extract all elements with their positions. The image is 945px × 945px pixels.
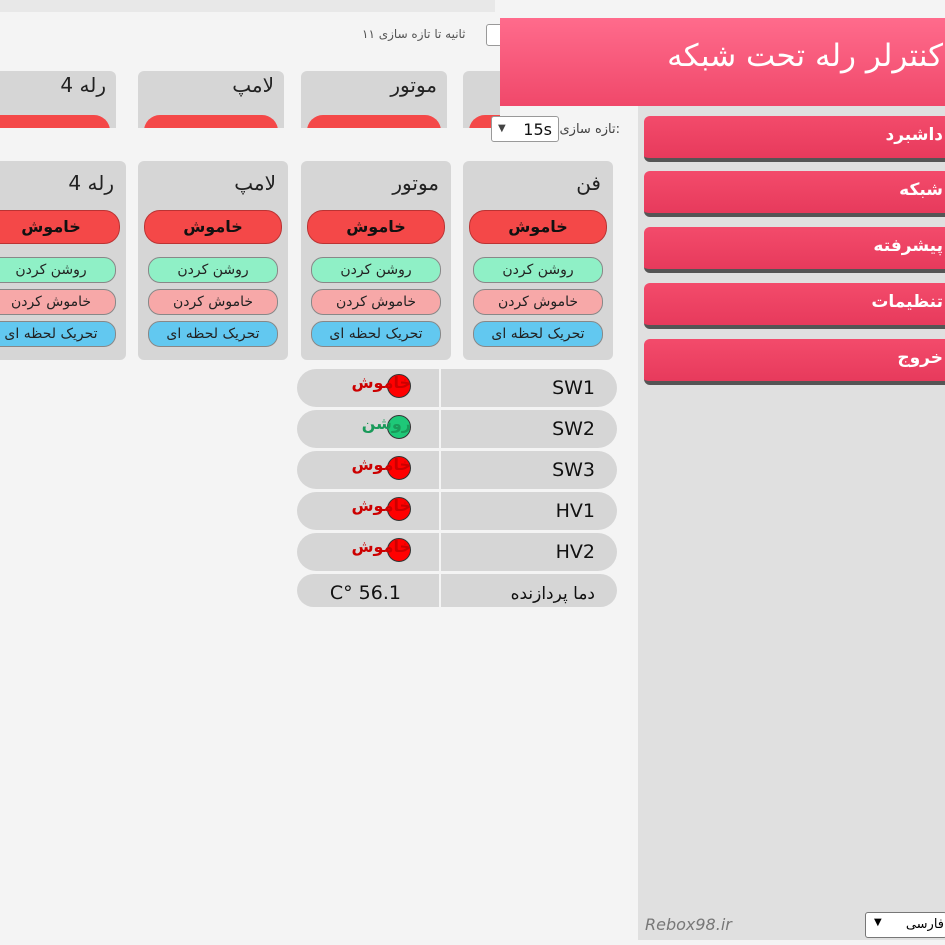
status-row-sw3: SW3 خاموش [297,451,617,489]
pulse-button[interactable]: تحریک لحظه ای [0,321,116,347]
row-divider [439,492,441,530]
turn-off-button[interactable]: خاموش کردن [0,289,116,315]
sidebar-item-label: شبکه [899,180,943,200]
temperature-value: C° 56.1 [329,582,401,604]
relay-title: موتور [392,171,439,195]
status-name: دما پردازنده [510,584,595,604]
stale-bar [0,0,495,12]
turn-on-button[interactable]: روشن کردن [473,257,603,283]
status-name: HV2 [555,541,595,563]
sidebar-item-settings[interactable]: تنظیمات [644,283,945,329]
relay-state-badge: خاموش [144,210,282,244]
stale-card-title: رله 4 [60,73,106,97]
turn-on-button[interactable]: روشن کردن [0,257,116,283]
stale-render-area: ۱۱ ثانیه تا تازه سازی رله 4 لامپ موتور [0,0,500,128]
status-value: خاموش [351,373,411,392]
turn-off-button[interactable]: خاموش کردن [311,289,441,315]
status-name: SW2 [552,418,595,440]
status-row-hv1: HV1 خاموش [297,492,617,530]
pulse-button[interactable]: تحریک لحظه ای [148,321,278,347]
relay-card-motor: موتور خاموش روشن کردن خاموش کردن تحریک ل… [301,161,451,360]
stale-card-title: موتور [390,73,437,97]
stale-refresh-text: ۱۱ ثانیه تا تازه سازی [362,27,466,41]
sidebar-item-label: تنظیمات [871,292,943,312]
sidebar-item-dashboard[interactable]: داشبرد [644,116,945,162]
sidebar-item-logout[interactable]: خروج [644,339,945,385]
row-divider [439,410,441,448]
footer-brand: Rebox98.ir [645,915,732,934]
turn-on-button[interactable]: روشن کردن [311,257,441,283]
relay-card-relay4: رله 4 خاموش روشن کردن خاموش کردن تحریک ل… [0,161,126,360]
row-divider [439,574,441,607]
sidebar-item-label: پیشرفته [873,236,943,256]
stale-card-lamp: لامپ [138,71,284,128]
page-header: کنترلر رله تحت شبکه [500,18,945,106]
row-divider [439,533,441,571]
relay-title: فن [576,171,601,195]
status-value: خاموش [351,537,411,556]
turn-off-button[interactable]: خاموش کردن [148,289,278,315]
stale-card-state [0,115,110,128]
sidebar-item-label: خروج [897,348,943,368]
stale-card-state [307,115,441,128]
turn-off-button[interactable]: خاموش کردن [473,289,603,315]
relay-state-badge: خاموش [469,210,607,244]
refresh-interval-select[interactable]: 15s ▼ [491,116,559,142]
stale-card-motor: موتور [301,71,447,128]
language-value: فارسی [905,917,944,932]
refresh-label: تازه سازی: [559,122,621,137]
relay-card-fan: فن خاموش روشن کردن خاموش کردن تحریک لحظه… [463,161,613,360]
stale-refresh-select [486,24,500,46]
relay-state-badge: خاموش [307,210,445,244]
sidebar-item-label: داشبرد [885,125,943,145]
sidebar: داشبرد شبکه پیشرفته تنظیمات خروج [638,106,945,940]
turn-on-button[interactable]: روشن کردن [148,257,278,283]
stale-card-title: لامپ [232,73,274,97]
status-row-cpu-temp: دما پردازنده C° 56.1 [297,574,617,607]
status-value: روشن [361,414,411,433]
status-value: خاموش [351,496,411,515]
pulse-button[interactable]: تحریک لحظه ای [473,321,603,347]
relay-state-badge: خاموش [0,210,120,244]
status-name: SW3 [552,459,595,481]
sidebar-item-network[interactable]: شبکه [644,171,945,217]
status-row-sw2: SW2 روشن [297,410,617,448]
status-name: HV1 [555,500,595,522]
status-row-sw1: SW1 خاموش [297,369,617,407]
pulse-button[interactable]: تحریک لحظه ای [311,321,441,347]
sidebar-item-advanced[interactable]: پیشرفته [644,227,945,273]
browser-strip [500,0,945,18]
language-select[interactable]: فارسی ▼ [865,912,945,938]
refresh-interval-value: 15s [523,120,552,139]
stale-card-state [144,115,278,128]
row-divider [439,451,441,489]
page-title: کنترلر رله تحت شبکه [667,38,943,74]
relay-title: لامپ [234,171,276,195]
stale-card-relay4: رله 4 [0,71,116,128]
row-divider [439,369,441,407]
chevron-down-icon: ▼ [874,917,882,928]
chevron-down-icon: ▼ [498,123,506,134]
relay-title: رله 4 [68,171,114,195]
relay-card-lamp: لامپ خاموش روشن کردن خاموش کردن تحریک لح… [138,161,288,360]
status-value: خاموش [351,455,411,474]
status-name: SW1 [552,377,595,399]
status-row-hv2: HV2 خاموش [297,533,617,571]
